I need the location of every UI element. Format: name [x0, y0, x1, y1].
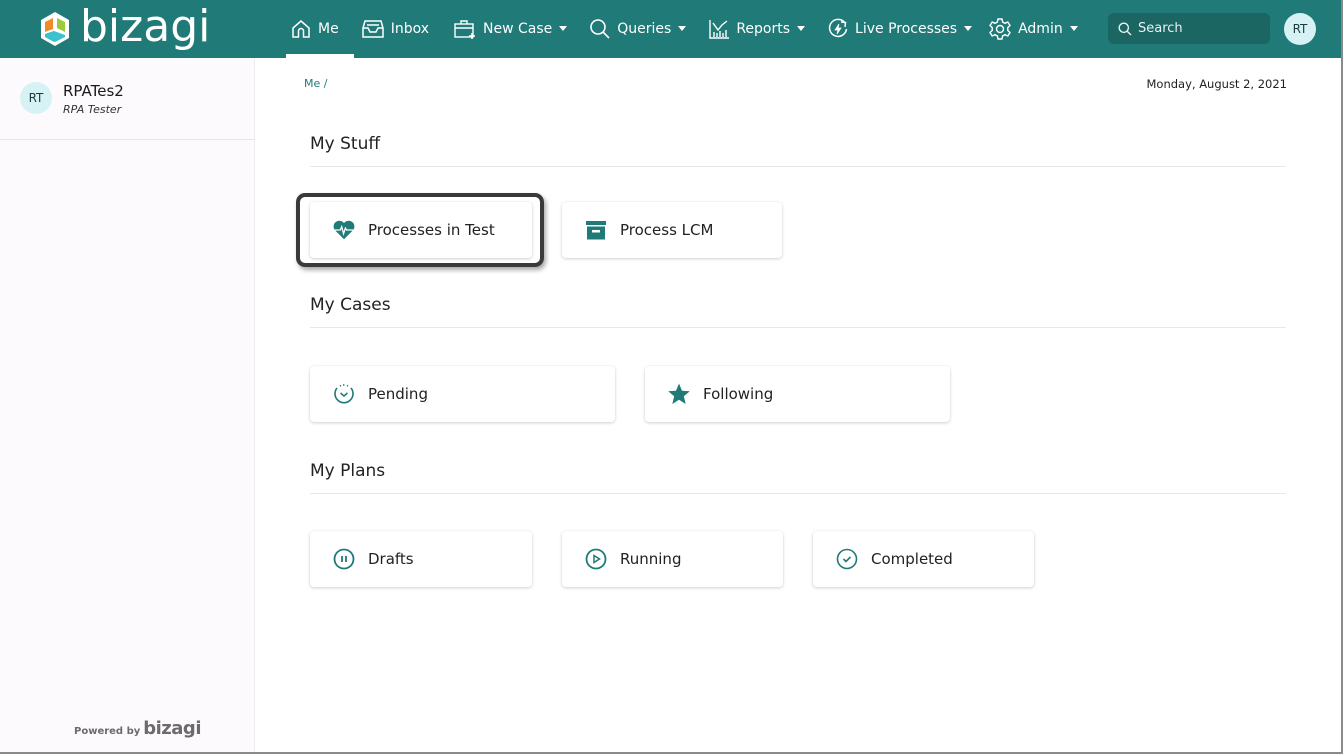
- home-icon: [292, 20, 310, 38]
- main-nav: Me Inbox New Case Queries Reports Live P…: [282, 0, 1086, 58]
- card-completed[interactable]: Completed: [813, 531, 1034, 587]
- powered-by-logo: Powered by bizagi: [74, 718, 201, 739]
- user-avatar-button[interactable]: RT: [1284, 13, 1316, 45]
- nav-item-me[interactable]: Me: [282, 0, 354, 58]
- section-divider: [310, 166, 1286, 167]
- search-placeholder: Search: [1138, 21, 1183, 36]
- nav-label: Inbox: [390, 21, 430, 37]
- live-processes-icon: [828, 18, 848, 38]
- user-profile: RT RPATes2 RPA Tester: [0, 58, 255, 140]
- play-circle-icon: [584, 547, 608, 571]
- section-title-my-stuff: My Stuff: [310, 134, 381, 154]
- user-name: RPATes2: [63, 82, 124, 100]
- heartbeat-icon: [332, 218, 356, 242]
- section-divider: [310, 327, 1286, 328]
- powered-by-prefix: Powered by: [74, 726, 141, 737]
- brand-name: bizagi: [80, 1, 211, 52]
- avatar: RT: [20, 82, 52, 114]
- section-divider: [310, 493, 1286, 494]
- chevron-down-icon: [678, 25, 687, 31]
- nav-item-reports[interactable]: Reports: [696, 0, 815, 58]
- inbox-icon: [361, 20, 384, 38]
- nav-item-inbox[interactable]: Inbox: [349, 0, 441, 58]
- nav-label: Queries: [617, 21, 672, 37]
- nav-item-live-processes[interactable]: Live Processes: [815, 0, 980, 58]
- card-pending[interactable]: Pending: [310, 366, 615, 422]
- chevron-down-icon: [559, 25, 568, 31]
- card-label: Drafts: [368, 550, 414, 568]
- search-input[interactable]: Search: [1108, 13, 1270, 44]
- card-drafts[interactable]: Drafts: [310, 531, 532, 587]
- card-process-lcm[interactable]: Process LCM: [562, 202, 782, 258]
- chevron-down-icon: [1069, 25, 1078, 31]
- card-label: Completed: [871, 550, 953, 568]
- bizagi-hexagon-icon: [41, 12, 69, 46]
- reports-icon: [709, 20, 730, 39]
- card-processes-in-test[interactable]: Processes in Test: [310, 202, 532, 258]
- nav-label: Admin: [1018, 21, 1063, 37]
- card-running[interactable]: Running: [562, 531, 783, 587]
- nav-label: Reports: [736, 21, 791, 37]
- top-navigation-bar: bizagi Me Inbox New Case Queries Reports: [0, 0, 1341, 58]
- card-label: Process LCM: [620, 221, 714, 239]
- bizagi-logo[interactable]: bizagi: [38, 5, 210, 53]
- chevron-down-icon: [797, 25, 806, 31]
- breadcrumb[interactable]: Me /: [304, 77, 327, 90]
- current-date: Monday, August 2, 2021: [1146, 77, 1287, 91]
- nav-label: New Case: [483, 21, 553, 37]
- user-role: RPA Tester: [63, 103, 122, 116]
- chevron-down-icon: [964, 25, 973, 31]
- section-title-my-plans: My Plans: [310, 461, 386, 481]
- star-icon: [667, 382, 691, 406]
- card-label: Pending: [368, 385, 428, 403]
- powered-by-brand: bizagi: [143, 718, 201, 739]
- nav-item-queries[interactable]: Queries: [577, 0, 696, 58]
- nav-item-new-case[interactable]: New Case: [441, 0, 577, 58]
- check-circle-icon: [835, 547, 859, 571]
- search-icon: [1118, 22, 1132, 35]
- card-following[interactable]: Following: [645, 366, 950, 422]
- clock-icon: [332, 382, 356, 406]
- section-title-my-cases: My Cases: [310, 295, 391, 315]
- card-label: Processes in Test: [368, 221, 495, 239]
- gear-icon: [989, 18, 1011, 40]
- sidebar: RT RPATes2 RPA Tester Powered by bizagi: [0, 58, 255, 752]
- nav-label: Me: [318, 21, 339, 37]
- nav-item-admin[interactable]: Admin: [980, 0, 1086, 58]
- pause-circle-icon: [332, 547, 356, 571]
- new-case-icon: [454, 20, 476, 39]
- search-icon: [590, 19, 610, 39]
- card-label: Following: [703, 385, 774, 403]
- nav-label: Live Processes: [855, 21, 958, 37]
- archive-box-icon: [584, 218, 608, 242]
- card-label: Running: [620, 550, 682, 568]
